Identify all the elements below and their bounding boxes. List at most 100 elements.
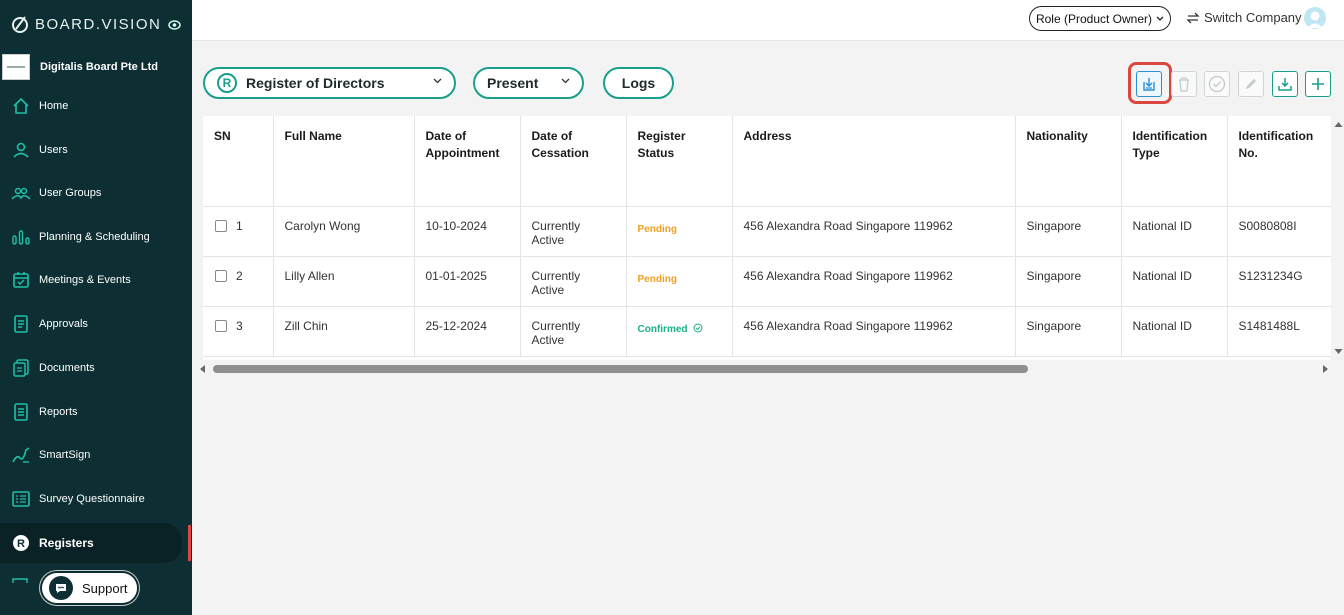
- sidebar-item-approvals[interactable]: Approvals: [0, 304, 192, 344]
- cell-id-no: S1231234G: [1227, 256, 1331, 307]
- edit-button[interactable]: [1238, 71, 1264, 97]
- sidebar-item-label: Registers: [39, 536, 94, 550]
- edit-icon: [1246, 79, 1256, 89]
- sidebar-item-label: User Groups: [39, 187, 102, 199]
- user-group-icon: [11, 187, 31, 200]
- company-name: Digitalis Board Pte Ltd: [40, 61, 158, 73]
- register-type-select[interactable]: R Register of Directors: [203, 67, 456, 99]
- chevron-down-icon: [561, 78, 570, 84]
- home-icon: [13, 97, 29, 114]
- company-logo: [2, 54, 30, 80]
- sidebar-item-label: Documents: [39, 362, 95, 374]
- cell-id-no: S0080808I: [1227, 206, 1331, 257]
- trash-icon: [1179, 77, 1189, 92]
- user-icon: [13, 142, 29, 158]
- row-checkbox[interactable]: [215, 220, 227, 233]
- cell-nationality: Singapore: [1015, 306, 1122, 357]
- sidebar-item-registers[interactable]: R Registers: [0, 523, 182, 563]
- period-select[interactable]: Present: [473, 67, 584, 99]
- sidebar-item-reports[interactable]: Reports: [0, 392, 192, 432]
- status-badge: Pending: [637, 273, 677, 285]
- row-checkbox[interactable]: [215, 320, 227, 333]
- sidebar-item-label: Approvals: [39, 318, 88, 330]
- cell-name: Lilly Allen: [273, 256, 415, 307]
- table-row[interactable]: 2 Lilly Allen 01-01-2025 Currently Activ…: [203, 256, 1331, 307]
- sidebar-item-smartsign[interactable]: SmartSign: [0, 435, 192, 475]
- role-label: Role (Product Owner): [1035, 11, 1153, 26]
- scroll-left-arrow-icon[interactable]: [199, 364, 206, 374]
- status-badge: Pending: [637, 223, 677, 235]
- column-header[interactable]: Full Name: [273, 116, 415, 207]
- brand-mark-icon: [12, 16, 28, 33]
- sidebar-item-survey[interactable]: Survey Questionnaire: [0, 479, 192, 519]
- scroll-right-arrow-icon[interactable]: [1322, 364, 1329, 374]
- avatar[interactable]: [1304, 7, 1326, 29]
- cell-id-type: National ID: [1121, 256, 1228, 307]
- brand-logo[interactable]: BOARD.VISION: [10, 14, 161, 34]
- row-sn: 3: [236, 318, 243, 333]
- sidebar-item-planning[interactable]: Planning & Scheduling: [0, 217, 192, 257]
- chevron-down-icon: [1156, 16, 1164, 21]
- cell-appointed: 01-01-2025: [414, 256, 521, 307]
- sidebar-item-users[interactable]: Users: [0, 130, 192, 170]
- cell-nationality: Singapore: [1015, 256, 1122, 307]
- role-dropdown[interactable]: Role (Product Owner): [1029, 6, 1171, 31]
- cell-appointed: 25-12-2024: [414, 306, 521, 357]
- cell-address: 456 Alexandra Road Singapore 119962: [732, 256, 1016, 307]
- column-header[interactable]: Identification Type: [1121, 116, 1228, 207]
- table-row[interactable]: 1 Carolyn Wong 10-10-2024 Currently Acti…: [203, 206, 1331, 257]
- cell-cessation: Currently Active: [520, 206, 627, 257]
- column-header[interactable]: Date of Cessation: [520, 116, 627, 207]
- approval-icon: [14, 315, 28, 333]
- plus-icon: [1312, 78, 1324, 90]
- column-header[interactable]: SN: [203, 116, 274, 207]
- next-item-icon: [12, 578, 28, 583]
- sidebar-item-meetings[interactable]: Meetings & Events: [0, 260, 192, 300]
- logs-button[interactable]: Logs: [603, 67, 674, 99]
- cell-name: Carolyn Wong: [273, 206, 415, 257]
- cell-appointed: 10-10-2024: [414, 206, 521, 257]
- eye-icon[interactable]: [168, 20, 181, 30]
- sidebar-item-label: SmartSign: [39, 449, 91, 461]
- horizontal-scrollbar[interactable]: [197, 362, 1331, 376]
- check-circle-icon: [1208, 75, 1226, 93]
- top-bar: Role (Product Owner) Switch Company: [192, 0, 1344, 41]
- download-button[interactable]: [1272, 71, 1298, 97]
- scrollbar-thumb[interactable]: [213, 365, 1028, 373]
- column-header[interactable]: Identification No.: [1227, 116, 1331, 207]
- cell-nationality: Singapore: [1015, 206, 1122, 257]
- sidebar: BOARD.VISION Digitalis Board Pte Ltd Hom…: [0, 0, 192, 615]
- scroll-up-arrow-icon[interactable]: [1334, 121, 1343, 128]
- support-button[interactable]: Support: [40, 571, 139, 605]
- column-header[interactable]: Nationality: [1015, 116, 1122, 207]
- table-row[interactable]: 3 Zill Chin 25-12-2024 Currently Active …: [203, 306, 1331, 357]
- register-type-value: Register of Directors: [246, 75, 385, 91]
- row-checkbox[interactable]: [215, 270, 227, 283]
- scroll-down-arrow-icon[interactable]: [1334, 348, 1343, 355]
- import-button[interactable]: [1136, 71, 1162, 97]
- reports-icon: [14, 403, 28, 421]
- check-circle-icon: [693, 323, 703, 332]
- cell-address: 456 Alexandra Road Singapore 119962: [732, 206, 1016, 257]
- column-header[interactable]: Date of Appointment: [414, 116, 521, 207]
- sidebar-item-user-groups[interactable]: User Groups: [0, 173, 192, 213]
- download-icon: [1278, 78, 1292, 91]
- bar-chart-icon: [12, 230, 30, 245]
- table-header-row: SN Full Name Date of Appointment Date of…: [203, 116, 1331, 207]
- company-selector[interactable]: Digitalis Board Pte Ltd: [0, 52, 192, 82]
- row-sn: 1: [236, 218, 243, 233]
- switch-company-button[interactable]: Switch Company: [1186, 10, 1302, 25]
- cell-name: Zill Chin: [273, 306, 415, 357]
- documents-icon: [13, 359, 29, 377]
- column-header[interactable]: Address: [732, 116, 1016, 207]
- period-value: Present: [487, 75, 539, 91]
- column-header[interactable]: Register Status: [626, 116, 733, 207]
- chevron-down-icon: [433, 78, 442, 84]
- add-button[interactable]: [1305, 71, 1331, 97]
- delete-button[interactable]: [1171, 71, 1197, 97]
- cell-cessation: Currently Active: [520, 256, 627, 307]
- sidebar-item-home[interactable]: Home: [0, 86, 192, 126]
- confirm-button[interactable]: [1204, 71, 1230, 97]
- registers-icon: R: [13, 535, 29, 551]
- sidebar-item-documents[interactable]: Documents: [0, 348, 192, 388]
